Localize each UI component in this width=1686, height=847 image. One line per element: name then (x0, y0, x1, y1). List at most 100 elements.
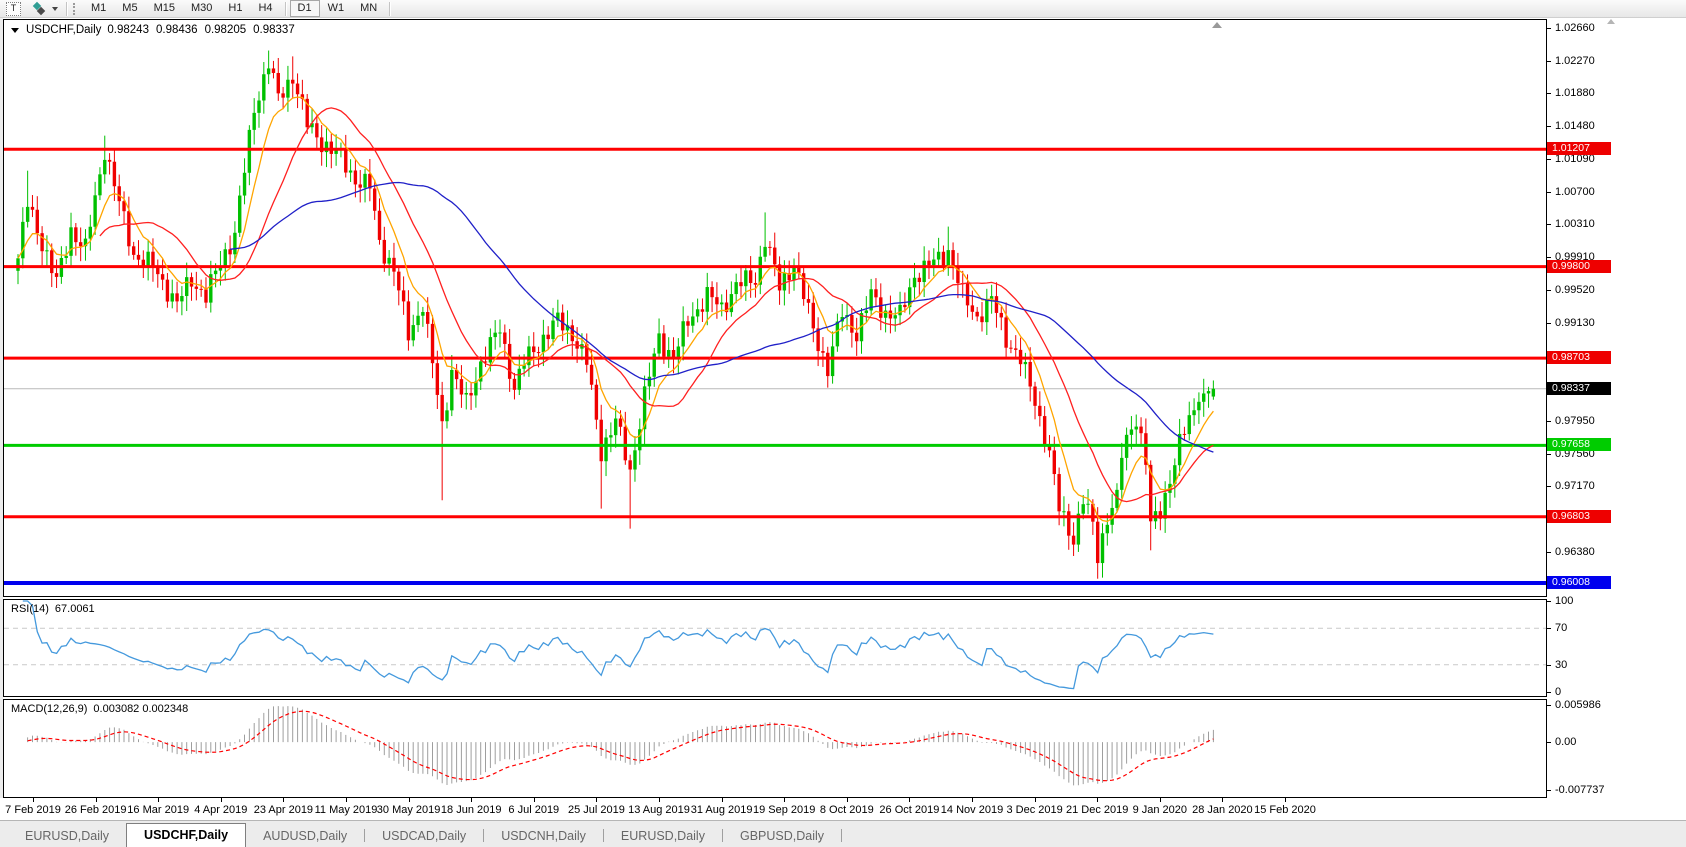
candle-body (78, 242, 83, 247)
candle-body (450, 369, 454, 411)
timeframe-button-m15[interactable]: M15 (146, 0, 183, 17)
date-axis-label: 11 May 2019 (314, 804, 378, 816)
date-tick-mark (1222, 798, 1224, 802)
candle-body (1134, 426, 1138, 430)
candle-body (498, 332, 502, 334)
date-axis-label: 13 Aug 2019 (628, 804, 690, 816)
timeframe-button-h1[interactable]: H1 (220, 0, 250, 17)
price-chart-panel[interactable]: USDCHF,Daily 0.98243 0.98436 0.98205 0.9… (3, 19, 1547, 597)
dropdown-caret-icon[interactable] (11, 27, 19, 33)
rsi-panel[interactable]: RSI(14) 67.0061 (3, 599, 1547, 697)
price-tick-mark (1547, 28, 1551, 29)
candle-body (903, 304, 907, 308)
tab-eurusd-daily[interactable]: EURUSD,Daily (8, 827, 126, 847)
timeframe-button-w1[interactable]: W1 (320, 0, 353, 17)
macd-tick-mark (1547, 705, 1551, 707)
macd-axis-tick: 0.005986 (1555, 699, 1601, 712)
timeframe-button-d1[interactable]: D1 (289, 0, 320, 17)
candle-body (1177, 433, 1182, 466)
price-tick-mark (1547, 93, 1551, 95)
candle-body (185, 277, 189, 297)
toolbar-separator (66, 1, 67, 16)
date-axis-label: 26 Oct 2019 (879, 804, 940, 816)
candle-body (262, 74, 266, 101)
candle-body (25, 206, 30, 222)
candle-body (854, 332, 859, 342)
candle-body (421, 312, 425, 316)
date-axis[interactable]: 7 Feb 2019 26 Feb 2019 16 Mar 2019 4 Apr 20… (0, 798, 1546, 820)
candle-body (618, 418, 623, 427)
macd-plot[interactable] (4, 700, 1546, 797)
candle-body (377, 210, 382, 240)
candle-body (927, 260, 931, 266)
date-tick-mark (972, 798, 973, 802)
date-tick-mark (596, 798, 598, 802)
timeframe-button-mn[interactable]: MN (352, 0, 385, 17)
timeframe-button-m5[interactable]: M5 (114, 0, 145, 17)
candle-body (667, 349, 671, 357)
date-axis-label: 3 Dec 2019 (1006, 804, 1063, 816)
price-axis-tick: 0.99520 (1555, 284, 1595, 296)
level-price-label: 0.99800 (1547, 259, 1611, 273)
chevron-down-icon (52, 6, 58, 11)
objects-tool-button[interactable] (27, 1, 62, 16)
candle-body (941, 251, 946, 266)
candle-body (893, 315, 897, 319)
candle-body (1057, 474, 1061, 512)
tab-gbpusd-daily[interactable]: GBPUSD,Daily (723, 827, 841, 847)
timeframe-button-m1[interactable]: M1 (83, 0, 114, 17)
candle-body (103, 159, 107, 175)
price-axis-tick: 1.00310 (1555, 218, 1595, 231)
toolbar-grip[interactable] (73, 2, 78, 15)
tab-usdcad-daily[interactable]: USDCAD,Daily (365, 827, 483, 847)
level-price-label: 1.01207 (1547, 142, 1611, 156)
candle-body (112, 161, 117, 187)
tab-usdcnh-daily[interactable]: USDCNH,Daily (484, 827, 603, 847)
rsi-plot[interactable] (4, 600, 1546, 696)
candle-body (773, 247, 777, 265)
macd-panel[interactable]: MACD(12,26,9) 0.003082 0.002348 (3, 699, 1547, 798)
date-tick-mark (659, 798, 660, 802)
candlestick-chart[interactable] (4, 20, 1546, 596)
text-tool-button[interactable]: T (2, 1, 25, 16)
candle-body (257, 100, 261, 113)
candle-body (681, 321, 685, 347)
candle-body (266, 68, 271, 75)
tab-eurusd-daily[interactable]: EURUSD,Daily (604, 827, 722, 847)
chart-shift-marker[interactable] (1212, 22, 1222, 28)
candle-body (223, 249, 227, 267)
candle-body (695, 309, 700, 317)
timeframe-button-h4[interactable]: H4 (250, 0, 280, 17)
macd-tick-mark (1547, 742, 1551, 744)
tab-usdchf-daily[interactable]: USDCHF,Daily (126, 823, 247, 847)
candle-body (729, 294, 734, 313)
candle-body (194, 286, 199, 289)
timeframe-button-m30[interactable]: M30 (183, 0, 220, 17)
price-tick-mark (1547, 552, 1551, 553)
quote-close: 0.98337 (253, 24, 295, 36)
candle-body (151, 251, 155, 267)
candle-body (748, 270, 753, 283)
candle-body (700, 309, 705, 312)
candle-body (372, 188, 377, 211)
date-axis-label: 16 Mar 2019 (127, 804, 190, 816)
rsi-tick-mark (1547, 628, 1551, 630)
date-axis-label: 31 Aug 2019 (690, 804, 753, 816)
candle-body (691, 316, 695, 326)
date-tick-mark (283, 798, 285, 802)
date-tick-mark (33, 798, 34, 802)
quote-high: 0.98436 (155, 24, 198, 36)
tab-audusd-daily[interactable]: AUDUSD,Daily (246, 827, 364, 847)
candle-body (879, 297, 883, 318)
date-tick-mark (158, 798, 160, 802)
price-axis[interactable]: 1.02660 1.02270 1.01880 1.01480 1.01090 1.007… (1547, 18, 1686, 820)
candle-body (242, 172, 247, 196)
candle-body (286, 79, 290, 98)
candle-body (1105, 524, 1110, 534)
candle-body (826, 352, 830, 377)
candle-body (647, 376, 652, 387)
candle-body (623, 426, 628, 461)
candle-body (806, 299, 811, 303)
rsi-axis-tick: 0 (1555, 686, 1562, 698)
candle-body (536, 352, 541, 354)
